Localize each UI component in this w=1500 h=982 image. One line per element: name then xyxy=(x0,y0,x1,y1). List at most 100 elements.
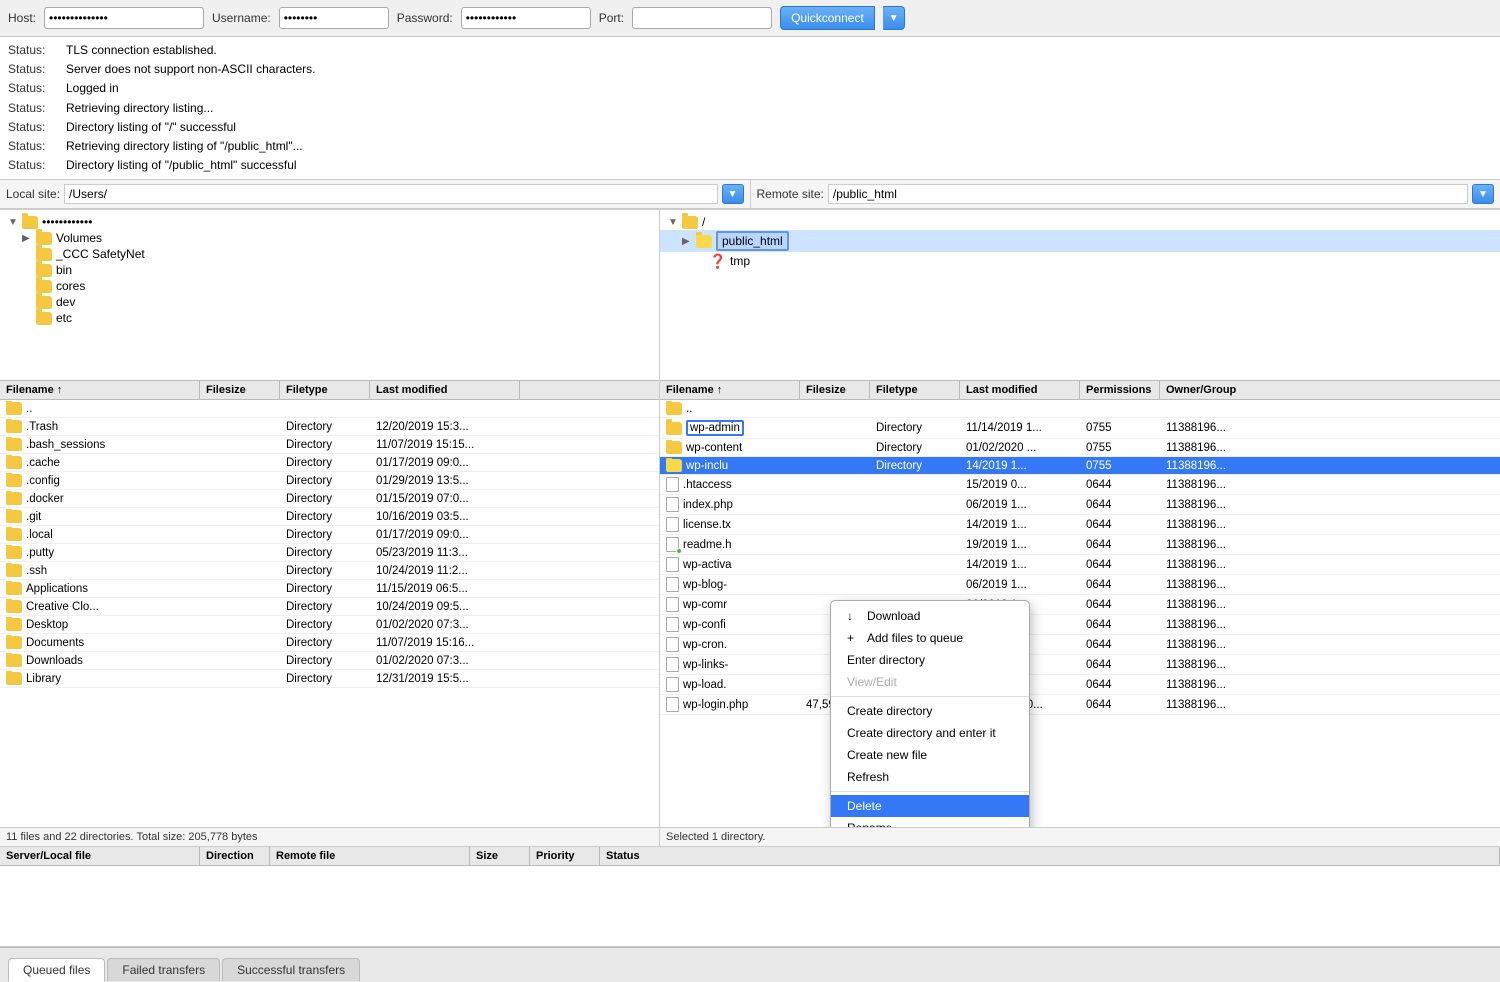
remote-file-row[interactable]: wp-activa 14/2019 1... 0644 11388196... xyxy=(660,555,1500,575)
remote-site-dropdown[interactable]: ▼ xyxy=(1472,184,1494,204)
tab-failed-transfers[interactable]: Failed transfers xyxy=(107,958,220,981)
remote-file-row[interactable]: index.php 06/2019 1... 0644 11388196... xyxy=(660,495,1500,515)
local-tree-item[interactable]: etc xyxy=(0,310,659,326)
remote-file-row[interactable]: license.tx 14/2019 1... 0644 11388196... xyxy=(660,515,1500,535)
remote-file-row[interactable]: readme.h 19/2019 1... 0644 11388196... xyxy=(660,535,1500,555)
tab-successful-transfers[interactable]: Successful transfers xyxy=(222,958,360,981)
status-line: Status:Server does not support non-ASCII… xyxy=(8,60,1492,79)
local-file-row[interactable]: .local Directory 01/17/2019 09:0... xyxy=(0,526,659,544)
local-file-row[interactable]: .git Directory 10/16/2019 03:5... xyxy=(0,508,659,526)
remote-tree-item[interactable]: ▶public_html xyxy=(660,230,1500,252)
context-menu-item[interactable]: +Add files to queue xyxy=(831,627,1029,649)
remote-col-header-type[interactable]: Filetype xyxy=(870,381,960,399)
file-owner-cell: 11388196... xyxy=(1160,578,1500,592)
remote-tree-item[interactable]: ▼/ xyxy=(660,214,1500,230)
local-file-row[interactable]: Applications Directory 11/15/2019 06:5..… xyxy=(0,580,659,598)
remote-file-row[interactable]: wp-load. 14/2019 1... 0644 11388196... xyxy=(660,675,1500,695)
context-menu-item[interactable]: Create directory and enter it xyxy=(831,722,1029,744)
quickconnect-button[interactable]: Quickconnect xyxy=(780,6,875,30)
file-attrs-cell xyxy=(520,642,659,644)
remote-path-input[interactable] xyxy=(828,184,1468,204)
username-input[interactable] xyxy=(279,7,389,29)
remote-col-header-name[interactable]: Filename ↑ xyxy=(660,381,800,399)
local-tree-item[interactable]: ▼•••••••••••• xyxy=(0,214,659,230)
local-site-dropdown[interactable]: ▼ xyxy=(722,184,744,204)
remote-col-header-perms[interactable]: Permissions xyxy=(1080,381,1160,399)
remote-file-row[interactable]: wp-inclu Directory 14/2019 1... 0755 113… xyxy=(660,457,1500,475)
local-file-row[interactable]: Downloads Directory 01/02/2020 07:3... xyxy=(0,652,659,670)
context-menu-item[interactable]: Rename xyxy=(831,817,1029,827)
host-input[interactable] xyxy=(44,7,204,29)
remote-file-row[interactable]: wp-cron. 14/2019 1... 0644 11388196... xyxy=(660,635,1500,655)
remote-file-row[interactable]: wp-login.php 47,597 php-file 12/13/2019 … xyxy=(660,695,1500,715)
local-tree-item[interactable]: ▶Volumes xyxy=(0,230,659,246)
file-modified-cell: 01/02/2020 ... xyxy=(960,441,1080,455)
local-file-row[interactable]: .docker Directory 01/15/2019 07:0... xyxy=(0,490,659,508)
context-menu-item[interactable]: Enter directory xyxy=(831,649,1029,671)
context-menu-item[interactable]: Create new file xyxy=(831,744,1029,766)
file-name-cell: .local xyxy=(0,527,200,542)
file-attrs-cell xyxy=(520,624,659,626)
local-col-header-size[interactable]: Filesize xyxy=(200,381,280,399)
context-menu-item[interactable]: Create directory xyxy=(831,700,1029,722)
local-file-row[interactable]: .Trash Directory 12/20/2019 15:3... xyxy=(0,418,659,436)
local-path-input[interactable] xyxy=(64,184,717,204)
remote-file-row[interactable]: .. xyxy=(660,400,1500,418)
file-name: Desktop xyxy=(26,619,68,631)
local-tree-item[interactable]: dev xyxy=(0,294,659,310)
remote-file-row[interactable]: wp-content Directory 01/02/2020 ... 0755… xyxy=(660,439,1500,457)
file-type-cell: Directory xyxy=(870,459,960,473)
remote-tree-item[interactable]: ❓tmp xyxy=(660,252,1500,270)
local-col-header-name[interactable]: Filename ↑ xyxy=(0,381,200,399)
local-tree-item[interactable]: bin xyxy=(0,262,659,278)
local-file-row[interactable]: .. xyxy=(0,400,659,418)
file-icon xyxy=(666,617,679,632)
remote-file-row[interactable]: wp-admin Directory 11/14/2019 1... 0755 … xyxy=(660,418,1500,439)
local-file-row[interactable]: Creative Clo... Directory 10/24/2019 09:… xyxy=(0,598,659,616)
file-size-cell xyxy=(200,660,280,662)
folder-icon xyxy=(22,216,38,229)
remote-col-header-modified[interactable]: Last modified xyxy=(960,381,1080,399)
local-file-row[interactable]: .ssh Directory 10/24/2019 11:2... xyxy=(0,562,659,580)
local-tree-item[interactable]: _CCC SafetyNet xyxy=(0,246,659,262)
context-menu-separator xyxy=(831,696,1029,697)
local-file-row[interactable]: Desktop Directory 01/02/2020 07:3... xyxy=(0,616,659,634)
tree-item-label: dev xyxy=(56,295,75,309)
file-modified-cell: 12/31/2019 15:5... xyxy=(370,672,520,686)
remote-col-header-size[interactable]: Filesize xyxy=(800,381,870,399)
local-file-row[interactable]: .config Directory 01/29/2019 13:5... xyxy=(0,472,659,490)
context-menu-item[interactable]: Delete xyxy=(831,795,1029,817)
local-file-row[interactable]: Documents Directory 11/07/2019 15:16... xyxy=(0,634,659,652)
remote-col-header-owner[interactable]: Owner/Group xyxy=(1160,381,1500,399)
file-modified-cell: 06/2019 1... xyxy=(960,578,1080,592)
local-file-row[interactable]: .cache Directory 01/17/2019 09:0... xyxy=(0,454,659,472)
local-col-header-type[interactable]: Filetype xyxy=(280,381,370,399)
file-type-cell xyxy=(280,408,370,410)
local-tree-item[interactable]: cores xyxy=(0,278,659,294)
context-menu-item[interactable]: ↓Download xyxy=(831,605,1029,627)
file-modified-cell: 10/24/2019 09:5... xyxy=(370,600,520,614)
context-menu-item[interactable]: Refresh xyxy=(831,766,1029,788)
remote-file-row[interactable]: wp-blog- 06/2019 1... 0644 11388196... xyxy=(660,575,1500,595)
tree-item-label: public_html xyxy=(716,231,789,251)
remote-file-row[interactable]: wp-comr 06/2019 1... 0644 11388196... xyxy=(660,595,1500,615)
local-file-row[interactable]: .putty Directory 05/23/2019 11:3... xyxy=(0,544,659,562)
quickconnect-dropdown-button[interactable]: ▼ xyxy=(883,6,905,30)
tab-queued-files[interactable]: Queued files xyxy=(8,958,105,982)
file-name-cell: .. xyxy=(660,401,800,416)
file-type-cell: Directory xyxy=(280,492,370,506)
file-owner-cell: 11388196... xyxy=(1160,498,1500,512)
password-input[interactable] xyxy=(461,7,591,29)
local-file-row[interactable]: Library Directory 12/31/2019 15:5... xyxy=(0,670,659,688)
local-col-header-attrs[interactable] xyxy=(520,381,659,399)
status-msg: Logged in xyxy=(66,79,119,98)
port-input[interactable] xyxy=(632,7,772,29)
remote-file-row[interactable]: wp-confi 12/2019 1... 0644 11388196... xyxy=(660,615,1500,635)
local-col-header-modified[interactable]: Last modified xyxy=(370,381,520,399)
remote-file-row[interactable]: wp-links- 14/2019 1... 0644 11388196... xyxy=(660,655,1500,675)
local-file-row[interactable]: .bash_sessions Directory 11/07/2019 15:1… xyxy=(0,436,659,454)
folder-icon xyxy=(36,248,52,261)
file-modified-cell: 01/17/2019 09:0... xyxy=(370,456,520,470)
tree-item-label: •••••••••••• xyxy=(42,215,92,229)
remote-file-row[interactable]: .htaccess 15/2019 0... 0644 11388196... xyxy=(660,475,1500,495)
